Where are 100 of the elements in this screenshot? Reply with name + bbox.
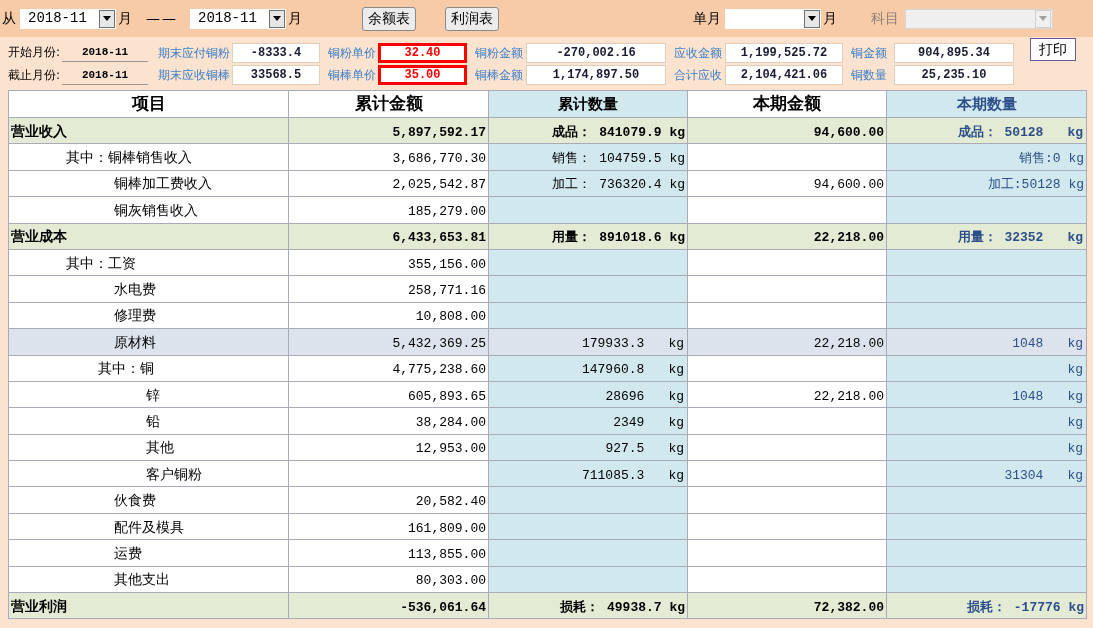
item-label: 铅	[146, 413, 160, 429]
quantity-text: 损耗： 49938.7 kg	[560, 598, 685, 617]
subject-label: 科目	[871, 9, 899, 28]
month-select[interactable]: 2018-11	[20, 8, 116, 29]
item-label: 其中：工资	[66, 254, 136, 271]
quantity-text: 711085.3 kg	[581, 466, 685, 485]
value-field[interactable]: 32.40	[378, 42, 467, 63]
value-field[interactable]: 2,104,421.06	[725, 64, 843, 85]
amount-text: 4,775,238.60	[392, 362, 486, 378]
value-field[interactable]: 1,199,525.72	[725, 42, 843, 63]
range-separator: ——	[146, 9, 178, 28]
amount-text: 5,897,592.17	[392, 124, 486, 140]
field-label: 合计应收	[674, 66, 723, 84]
item-label: 锌	[146, 386, 160, 403]
quantity-text: 147960.8 kg	[581, 361, 685, 380]
value-field[interactable]: -270,002.16	[526, 42, 666, 63]
quantity-text: kg	[1066, 414, 1084, 432]
amount-text: 22,218.00	[813, 230, 884, 246]
item-label: 其中：铜棒销售收入	[66, 149, 192, 166]
field-label: 铜数量	[851, 66, 888, 84]
quantity-text: 927.5 kg	[605, 440, 685, 459]
quantity-text: 用量： 32352 kg	[957, 229, 1084, 248]
field-label: 铜粉金额	[475, 44, 524, 62]
column-header: 本期金额	[753, 93, 821, 114]
quantity-text: kg	[1066, 440, 1084, 459]
amount-text: 2,025,542.87	[392, 177, 486, 193]
amount-text: 10,808.00	[415, 309, 486, 325]
item-label: 营业成本	[11, 228, 67, 245]
column-header: 累计数量	[558, 95, 618, 113]
amount-text: 5,432,369.25	[392, 335, 486, 351]
amount-text: 94,600.00	[813, 124, 884, 140]
month-unit: 月	[118, 9, 132, 28]
field-label: 期末应付铜粉	[158, 44, 231, 62]
amount-text: 605,893.65	[408, 388, 486, 404]
value-field[interactable]: 25,235.10	[894, 64, 1014, 85]
column-header: 项目	[131, 93, 166, 114]
quantity-text: 28696 kg	[605, 387, 685, 406]
amount-text: 38,284.00	[415, 415, 486, 430]
item-label: 其他支出	[114, 571, 170, 588]
amount-text: 94,600.00	[813, 177, 884, 193]
quantity-text: 1048 kg	[1012, 387, 1084, 406]
start-month-value: 2018-11	[62, 42, 148, 62]
item-label: 水电费	[114, 281, 156, 298]
amount-text: 113,855.00	[408, 546, 486, 562]
report-button[interactable]: 利润表	[445, 6, 499, 31]
quantity-text: 成品： 841079.9 kg	[552, 123, 685, 142]
item-label: 铜棒加工费收入	[114, 175, 212, 192]
month-select[interactable]	[725, 8, 821, 29]
amount-text: 185,279.00	[408, 203, 486, 219]
report-button[interactable]: 余额表	[362, 6, 416, 31]
column-header: 本期数量	[956, 95, 1017, 113]
month-unit: 月	[288, 9, 302, 28]
quantity-text: 销售:0 kg	[1019, 150, 1084, 169]
item-label: 营业收入	[11, 122, 67, 139]
item-label: 修理费	[114, 307, 156, 324]
item-label: 营业利润	[11, 597, 67, 614]
column-header: 累计金额	[354, 93, 423, 114]
amount-text: 258,771.16	[408, 283, 486, 299]
quantity-text: 用量： 891018.6 kg	[552, 229, 685, 248]
quantity-text: 加工： 736320.4 kg	[552, 176, 685, 195]
field-label: 铜棒单价	[328, 66, 377, 84]
quantity-text: 损耗： -17776 kg	[967, 598, 1084, 617]
value-field[interactable]: 33568.5	[232, 64, 320, 85]
item-label: 原材料	[114, 333, 156, 350]
amount-text: -536,061.64	[400, 599, 486, 615]
month-select[interactable]: 2018-11	[190, 8, 286, 29]
from-label: 从	[2, 9, 16, 28]
amount-text: 22,218.00	[813, 388, 884, 404]
amount-text: 6,433,653.81	[392, 230, 486, 246]
value-field[interactable]: 1,174,897.50	[526, 64, 666, 85]
value-field[interactable]: 904,895.34	[894, 42, 1014, 63]
amount-text: 355,156.00	[408, 256, 486, 272]
start-month-label: 开始月份:	[8, 44, 62, 61]
amount-text: 161,809.00	[408, 520, 486, 536]
quantity-text: 销售： 104759.5 kg	[552, 150, 685, 169]
item-label: 伙食费	[114, 492, 156, 509]
field-label: 铜金额	[851, 44, 888, 62]
quantity-text: kg	[1066, 361, 1084, 380]
field-label: 铜棒金额	[475, 66, 524, 84]
item-label: 客户铜粉	[146, 465, 202, 482]
field-label: 应收金额	[674, 44, 723, 62]
value-field[interactable]: 35.00	[378, 64, 467, 85]
print-button[interactable]: 打印	[1030, 38, 1076, 61]
item-label: 其他	[146, 439, 174, 456]
quantity-text: 成品： 50128 kg	[957, 123, 1084, 142]
amount-text: 3,686,770.30	[392, 151, 486, 167]
amount-text: 12,953.00	[415, 441, 486, 457]
value-field[interactable]: -8333.4	[232, 42, 320, 63]
item-label: 铜灰销售收入	[114, 201, 198, 218]
quantity-text: 31304 kg	[1004, 466, 1084, 485]
quantity-text: 1048 kg	[1012, 334, 1084, 353]
item-label: 配件及模具	[114, 518, 184, 535]
amount-text: 20,582.40	[415, 494, 486, 510]
field-label: 铜粉单价	[328, 44, 377, 62]
amount-text: 72,382.00	[813, 599, 884, 615]
quantity-text: 加工:50128 kg	[987, 176, 1084, 195]
month-unit: 月	[823, 9, 837, 28]
item-label: 其中：铜	[98, 360, 154, 377]
quantity-text: 179933.3 kg	[581, 334, 685, 353]
amount-text: 22,218.00	[813, 335, 884, 351]
